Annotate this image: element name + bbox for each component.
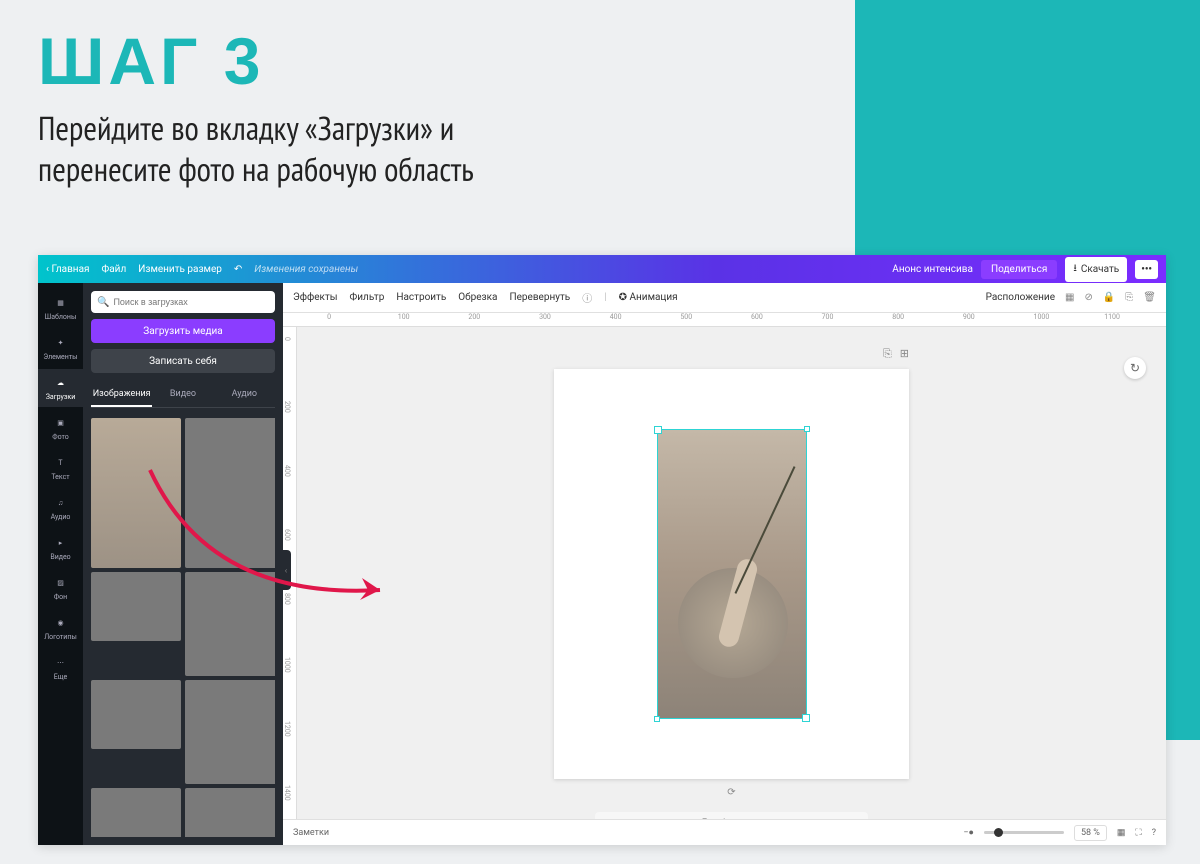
- back-home-link[interactable]: ‹ Главная: [46, 264, 90, 275]
- trash-icon[interactable]: 🗑: [1143, 292, 1156, 303]
- upload-thumb[interactable]: [185, 788, 275, 837]
- search-icon: 🔍: [97, 297, 109, 308]
- rail-background[interactable]: ▨Фон: [38, 569, 83, 607]
- duplicate-page-icon[interactable]: ⎘: [883, 347, 892, 361]
- logos-icon: ◉: [53, 615, 69, 631]
- help-icon[interactable]: ?: [1152, 828, 1156, 838]
- rail-text[interactable]: TТекст: [38, 449, 83, 487]
- position-button[interactable]: Расположение: [986, 292, 1055, 303]
- rail-templates[interactable]: ▦Шаблоны: [38, 289, 83, 327]
- announce-label[interactable]: Анонс интенсива: [892, 264, 973, 275]
- upload-thumb[interactable]: [91, 788, 181, 837]
- animate-button[interactable]: ✪ Анимация: [619, 292, 678, 303]
- info-icon[interactable]: ⓘ: [582, 290, 592, 305]
- transparency-icon[interactable]: ▦: [1065, 292, 1074, 303]
- uploads-grid: [91, 418, 275, 837]
- elements-icon: ✦: [53, 335, 69, 351]
- filter-button[interactable]: Фильтр: [350, 292, 385, 303]
- upload-thumb-1[interactable]: [91, 418, 181, 568]
- photos-icon: ▣: [53, 415, 69, 431]
- ruler-horizontal: 0 100 200 300 400 500 600 700 800 900 10…: [283, 313, 1166, 327]
- search-input[interactable]: [113, 297, 269, 307]
- more-icon: ⋯: [53, 655, 69, 671]
- resize-menu[interactable]: Изменить размер: [138, 264, 222, 275]
- search-uploads[interactable]: 🔍: [91, 291, 275, 313]
- flip-button[interactable]: Перевернуть: [509, 292, 570, 303]
- templates-icon: ▦: [53, 295, 69, 311]
- step-description: Перейдите во вкладку «Загрузки» и перене…: [38, 108, 474, 191]
- reload-badge[interactable]: ↻: [1124, 357, 1146, 379]
- rail-audio[interactable]: ♫Аудио: [38, 489, 83, 527]
- canvas-area: Эффекты Фильтр Настроить Обрезка Перевер…: [283, 283, 1166, 845]
- video-icon: ▸: [53, 535, 69, 551]
- audio-icon: ♫: [53, 495, 69, 511]
- add-page-icon[interactable]: ⊞: [900, 347, 909, 361]
- record-self-button[interactable]: Записать себя: [91, 349, 275, 373]
- lock-icon[interactable]: 🔒: [1103, 292, 1115, 303]
- upload-thumb[interactable]: [185, 418, 275, 568]
- copy-icon[interactable]: ⎘: [1125, 292, 1133, 303]
- upload-thumb[interactable]: [185, 572, 275, 676]
- editor-window: ‹ Главная Файл Изменить размер ↶ Изменен…: [38, 255, 1166, 845]
- text-icon: T: [53, 455, 69, 471]
- uploads-icon: ☁: [53, 375, 69, 391]
- left-rail: ▦Шаблоны ✦Элементы ☁Загрузки ▣Фото TТекс…: [38, 283, 83, 845]
- tab-images[interactable]: Изображения: [91, 383, 152, 407]
- sync-icon[interactable]: ⟳: [727, 787, 735, 798]
- tab-video[interactable]: Видео: [152, 383, 213, 407]
- more-menu-button[interactable]: •••: [1135, 260, 1158, 279]
- zoom-value[interactable]: 58 %: [1074, 825, 1107, 841]
- rail-elements[interactable]: ✦Элементы: [38, 329, 83, 367]
- rail-uploads[interactable]: ☁Загрузки: [38, 369, 83, 407]
- canvas-page[interactable]: [554, 369, 909, 779]
- save-status: Изменения сохранены: [254, 264, 358, 275]
- crop-button[interactable]: Обрезка: [458, 292, 497, 303]
- media-tabs: Изображения Видео Аудио: [91, 383, 275, 408]
- notes-button[interactable]: Заметки: [293, 828, 329, 838]
- adjust-button[interactable]: Настроить: [396, 292, 446, 303]
- tutorial-header: ШАГ 3 Перейдите во вкладку «Загрузки» и …: [38, 28, 474, 191]
- top-menu-bar: ‹ Главная Файл Изменить размер ↶ Изменен…: [38, 255, 1166, 283]
- selected-photo[interactable]: [657, 429, 807, 719]
- upload-thumb[interactable]: [91, 572, 181, 641]
- add-page-button[interactable]: + Еще 1 страница: [595, 812, 869, 819]
- upload-thumb[interactable]: [91, 680, 181, 749]
- link-icon[interactable]: ⊘: [1084, 292, 1092, 303]
- download-button[interactable]: ⭳Скачать: [1065, 257, 1127, 282]
- canvas-scroll[interactable]: ⎘ ⊞ ⟳ + Еще 1: [283, 327, 1166, 819]
- zoom-out-icon[interactable]: −●: [963, 827, 974, 838]
- download-icon: ⭳: [1073, 261, 1077, 278]
- step-title: ШАГ 3: [38, 28, 474, 94]
- bottom-bar: Заметки −● 58 % ▦ ⛶ ?: [283, 819, 1166, 845]
- undo-icon[interactable]: ↶: [234, 264, 242, 275]
- fullscreen-icon[interactable]: ⛶: [1135, 828, 1141, 838]
- zoom-slider[interactable]: [984, 831, 1064, 834]
- rail-video[interactable]: ▸Видео: [38, 529, 83, 567]
- uploads-panel: 🔍 Загрузить медиа Записать себя Изображе…: [83, 283, 283, 845]
- upload-thumb[interactable]: [185, 680, 275, 784]
- upload-media-button[interactable]: Загрузить медиа: [91, 319, 275, 343]
- collapse-panel-button[interactable]: ‹: [281, 550, 291, 590]
- file-menu[interactable]: Файл: [102, 264, 127, 275]
- share-button[interactable]: Поделиться: [981, 260, 1057, 279]
- grid-view-icon[interactable]: ▦: [1117, 828, 1126, 838]
- rail-more[interactable]: ⋯Еще: [38, 649, 83, 687]
- rail-logos[interactable]: ◉Логотипы: [38, 609, 83, 647]
- effects-button[interactable]: Эффекты: [293, 292, 338, 303]
- tab-audio[interactable]: Аудио: [214, 383, 275, 407]
- context-toolbar: Эффекты Фильтр Настроить Обрезка Перевер…: [283, 283, 1166, 313]
- rail-photos[interactable]: ▣Фото: [38, 409, 83, 447]
- background-icon: ▨: [53, 575, 69, 591]
